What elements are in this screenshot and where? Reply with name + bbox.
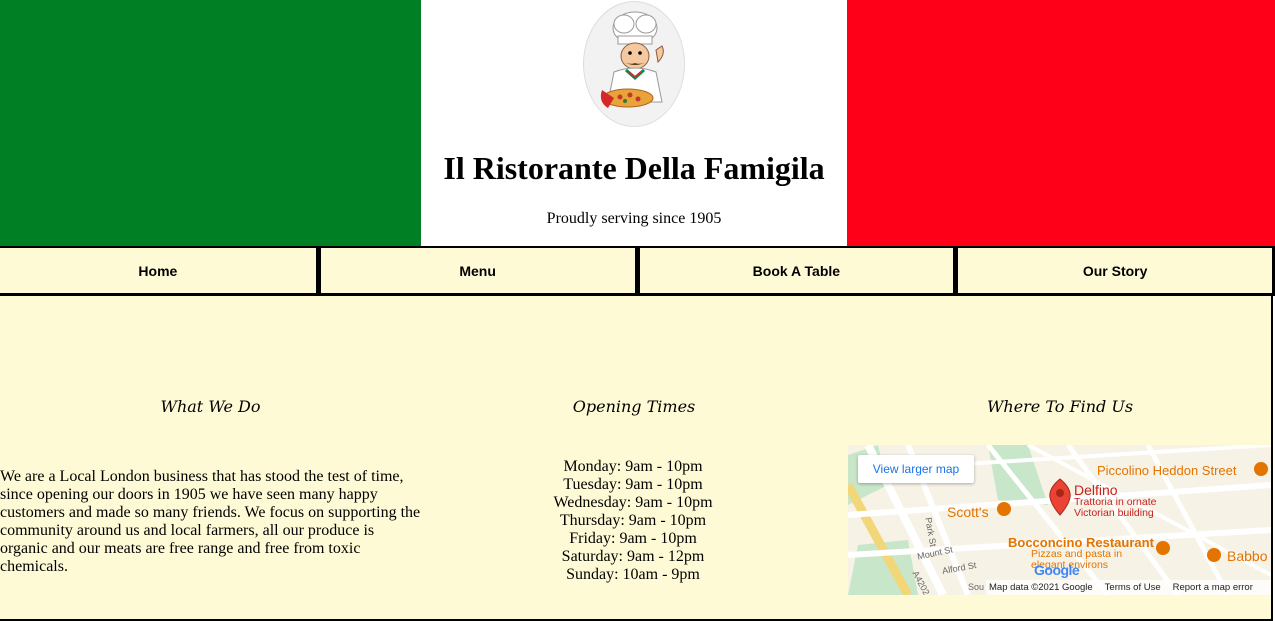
nav-book-a-table-button[interactable]: Book A Table xyxy=(637,246,957,296)
main-content: What We Do We are a Local London busines… xyxy=(0,296,1273,621)
flag-green-band xyxy=(0,0,421,246)
flag-red-band xyxy=(847,0,1275,246)
report-map-error-link[interactable]: Report a map error xyxy=(1173,582,1253,593)
map-footer: Map data ©2021 Google Terms of Use Repor… xyxy=(986,580,1271,595)
map-place-scotts[interactable]: Scott's xyxy=(947,504,989,520)
site-title: Il Ristorante Della Famigila xyxy=(443,150,825,186)
tagline: Proudly serving since 1905 xyxy=(546,210,722,227)
view-larger-map-button[interactable]: View larger map xyxy=(858,455,974,483)
opening-times-list: Monday: 9am - 10pm Tuesday: 9am - 10pm W… xyxy=(533,458,733,584)
nav-our-story-button[interactable]: Our Story xyxy=(956,246,1275,296)
opening-time-row: Wednesday: 9am - 10pm xyxy=(553,494,713,511)
what-we-do-text: We are a Local London business that has … xyxy=(0,468,421,575)
nav-menu-button[interactable]: Menu xyxy=(318,246,638,296)
map-place-delfino-desc: Victorian building xyxy=(1074,507,1154,519)
terms-of-use-link[interactable]: Terms of Use xyxy=(1105,582,1161,593)
what-we-do-heading: What We Do xyxy=(160,397,261,416)
map-street-label: Sou xyxy=(968,582,985,592)
google-logo: Google xyxy=(1034,562,1080,578)
main-nav: Home Menu Book A Table Our Story xyxy=(0,246,1275,296)
opening-time-row: Friday: 9am - 10pm xyxy=(569,530,697,547)
opening-times-heading: Opening Times xyxy=(572,397,696,416)
opening-time-row: Monday: 9am - 10pm xyxy=(563,458,703,475)
chef-logo-icon xyxy=(583,1,685,127)
opening-time-row: Tuesday: 9am - 10pm xyxy=(563,476,703,493)
opening-time-row: Sunday: 10am - 9pm xyxy=(566,566,700,583)
flag-white-band: Il Ristorante Della Famigila Proudly ser… xyxy=(421,0,847,246)
opening-time-row: Thursday: 9am - 10pm xyxy=(559,512,707,529)
nav-home-button[interactable]: Home xyxy=(0,246,319,296)
opening-time-row: Saturday: 9am - 12pm xyxy=(561,548,705,565)
map-data-credit: Map data ©2021 Google xyxy=(989,582,1093,593)
header-banner: Il Ristorante Della Famigila Proudly ser… xyxy=(0,0,1275,246)
map-place-piccolino[interactable]: Piccolino Heddon Street xyxy=(1097,463,1236,478)
map-place-babbo[interactable]: Babbo xyxy=(1227,548,1267,564)
where-to-find-us-heading: Where To Find Us xyxy=(986,397,1134,416)
embedded-map[interactable]: View larger map Piccolino Heddon Street … xyxy=(848,445,1271,595)
